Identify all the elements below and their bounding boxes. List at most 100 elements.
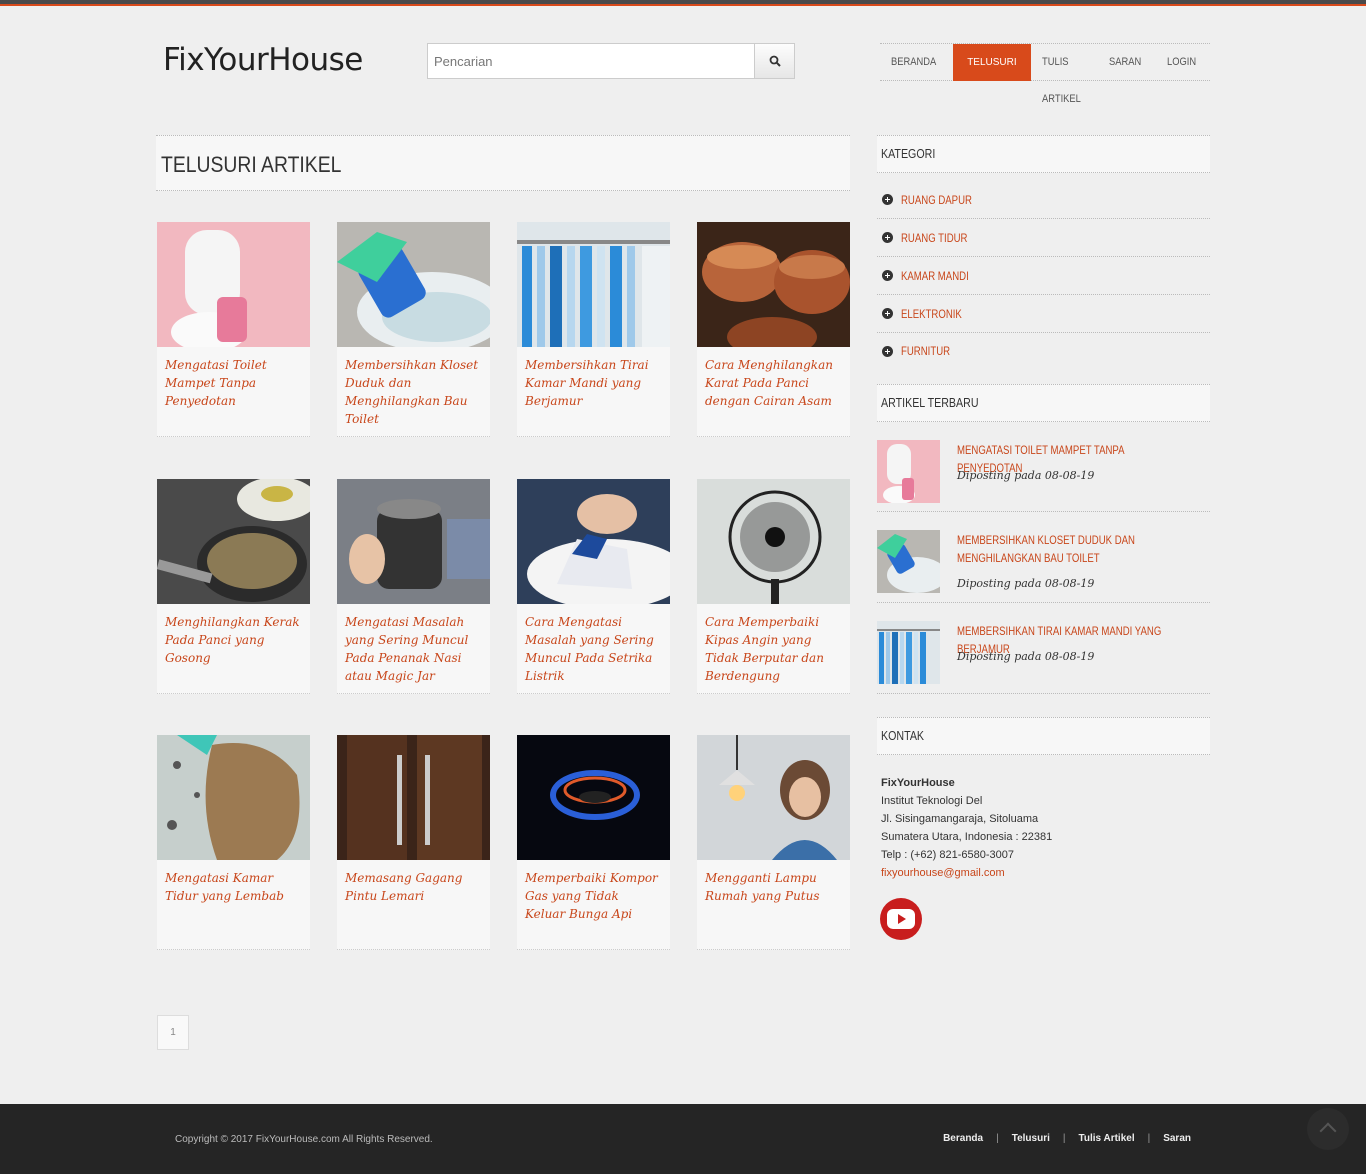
article-title-link[interactable]: Cara Menghilangkan Karat Pada Panci deng… <box>697 347 850 410</box>
article-title-link[interactable]: Mengatasi Masalah yang Sering Muncul Pad… <box>337 604 490 685</box>
toilet-cleaning-thumbnail[interactable] <box>877 530 940 593</box>
cabinet-handle-thumbnail[interactable] <box>337 735 490 860</box>
footer-link-tulis-artikel[interactable]: Tulis Artikel <box>1078 1133 1134 1144</box>
article-title-link[interactable]: Menghilangkan Kerak Pada Panci yang Goso… <box>157 604 310 667</box>
category-item[interactable]: RUANG DAPUR <box>877 181 1210 219</box>
main-nav: BERANDA TELUSURI TULIS ARTIKEL SARAN LOG… <box>880 43 1210 105</box>
recent-item[interactable]: MEMBERSIHKAN TIRAI KAMAR MANDI YANG BERJ… <box>877 621 1210 694</box>
recent-item[interactable]: MEMBERSIHKAN KLOSET DUDUK DAN MENGHILANG… <box>877 530 1210 603</box>
contact-address-line: Jl. Sisingamangaraja, Sitoluama <box>881 813 1039 825</box>
recent-title: ARTIKEL TERBARU <box>881 395 979 410</box>
kategori-header: KATEGORI <box>877 135 1210 173</box>
recent-article-date: Diposting pada 08-08-19 <box>957 577 1095 590</box>
contact-header: KONTAK <box>877 717 1210 755</box>
plus-circle-icon <box>882 345 893 357</box>
youtube-button[interactable] <box>880 898 922 940</box>
category-link[interactable]: RUANG DAPUR <box>901 193 972 207</box>
footer-separator: | <box>996 1133 999 1144</box>
rice-cooker-thumbnail[interactable] <box>337 479 490 604</box>
copper-pots-thumbnail[interactable] <box>697 222 850 347</box>
article-card[interactable]: Membersihkan Kloset Duduk dan Menghilang… <box>337 222 490 437</box>
contact-email-link[interactable]: fixyourhouse@gmail.com <box>881 867 1005 879</box>
nav-login[interactable]: LOGIN <box>1156 44 1207 81</box>
article-card[interactable]: Memperbaiki Kompor Gas yang Tidak Keluar… <box>517 735 670 950</box>
article-title-link[interactable]: Mengganti Lampu Rumah yang Putus <box>697 860 850 905</box>
plus-circle-icon <box>882 232 893 243</box>
toilet-thumbnail[interactable] <box>157 222 310 347</box>
footer-separator: | <box>1062 1133 1066 1144</box>
article-card[interactable]: Mengatasi Kamar Tidur yang Lembab <box>157 735 310 950</box>
scroll-to-top-button[interactable] <box>1307 1108 1349 1150</box>
article-card[interactable]: Cara Menghilangkan Karat Pada Panci deng… <box>697 222 850 437</box>
nav-saran[interactable]: SARAN <box>1098 44 1152 81</box>
copyright-text: Copyright © 2017 FixYourHouse.com All Ri… <box>175 1134 433 1145</box>
article-card[interactable]: Membersihkan Tirai Kamar Mandi yang Berj… <box>517 222 670 437</box>
recent-article-link[interactable]: MEMBERSIHKAN KLOSET DUDUK DAN MENGHILANG… <box>957 531 1165 567</box>
plus-circle-icon <box>882 308 893 319</box>
category-item[interactable]: RUANG TIDUR <box>877 219 1210 257</box>
nav-tulis-artikel[interactable]: TULIS ARTIKEL <box>1031 44 1093 105</box>
article-card[interactable]: Mengatasi Masalah yang Sering Muncul Pad… <box>337 479 490 694</box>
plus-circle-icon <box>882 194 893 205</box>
plus-circle-icon <box>882 270 893 281</box>
pagination-page-1[interactable]: 1 <box>157 1015 189 1050</box>
recent-header: ARTIKEL TERBARU <box>877 384 1210 422</box>
search-input[interactable] <box>427 43 754 79</box>
nav-telusuri[interactable]: TELUSURI <box>953 44 1031 81</box>
gas-stove-thumbnail[interactable] <box>517 735 670 860</box>
article-title-link[interactable]: Mengatasi Kamar Tidur yang Lembab <box>157 860 310 905</box>
top-accent-bar <box>0 0 1366 6</box>
category-item[interactable]: KAMAR MANDI <box>877 257 1210 295</box>
kategori-title: KATEGORI <box>881 146 936 161</box>
article-title-link[interactable]: Mengatasi Toilet Mampet Tanpa Penyedotan <box>157 347 310 410</box>
article-card[interactable]: Cara Memperbaiki Kipas Angin yang Tidak … <box>697 479 850 694</box>
contact-phone: Telp : (+62) 821-6580-3007 <box>881 849 1015 861</box>
toilet-cleaning-thumbnail[interactable] <box>337 222 490 347</box>
article-card[interactable]: Menghilangkan Kerak Pada Panci yang Goso… <box>157 479 310 694</box>
article-title-link[interactable]: Membersihkan Kloset Duduk dan Menghilang… <box>337 347 490 428</box>
contact-info: FixYourHouse Institut Teknologi Del Jl. … <box>881 774 1052 882</box>
article-card[interactable]: Memasang Gagang Pintu Lemari <box>337 735 490 950</box>
search-icon <box>769 55 781 67</box>
article-title-link[interactable]: Memperbaiki Kompor Gas yang Tidak Keluar… <box>517 860 670 923</box>
article-card[interactable]: Cara Mengatasi Masalah yang Sering Muncu… <box>517 479 670 694</box>
light-bulb-thumbnail[interactable] <box>697 735 850 860</box>
footer: Copyright © 2017 FixYourHouse.com All Ri… <box>0 1104 1366 1174</box>
article-title-link[interactable]: Cara Mengatasi Masalah yang Sering Muncu… <box>517 604 670 685</box>
page-title: TELUSURI ARTIKEL <box>161 152 342 177</box>
contact-address-line: Sumatera Utara, Indonesia : 22381 <box>881 831 1053 843</box>
category-link[interactable]: RUANG TIDUR <box>901 231 968 245</box>
fan-thumbnail[interactable] <box>697 479 850 604</box>
footer-separator: | <box>1147 1133 1151 1144</box>
article-card[interactable]: Mengganti Lampu Rumah yang Putus <box>697 735 850 950</box>
toilet-thumbnail[interactable] <box>877 440 940 503</box>
page-heading-bar: TELUSURI ARTIKEL <box>156 135 850 191</box>
burnt-pan-thumbnail[interactable] <box>157 479 310 604</box>
youtube-icon <box>887 909 915 929</box>
recent-article-date: Diposting pada 08-08-19 <box>957 650 1095 663</box>
search-form <box>427 43 795 79</box>
recent-article-date: Diposting pada 08-08-19 <box>957 469 1095 482</box>
search-button[interactable] <box>754 43 795 79</box>
footer-link-saran[interactable]: Saran <box>1163 1133 1191 1144</box>
footer-link-telusuri[interactable]: Telusuri <box>1012 1133 1050 1144</box>
site-logo[interactable]: FixYourHouse <box>163 42 363 78</box>
category-item[interactable]: FURNITUR <box>877 332 1210 370</box>
damp-bedroom-thumbnail[interactable] <box>157 735 310 860</box>
article-card[interactable]: Mengatasi Toilet Mampet Tanpa Penyedotan <box>157 222 310 437</box>
contact-title: KONTAK <box>881 728 925 743</box>
footer-link-beranda[interactable]: Beranda <box>943 1133 983 1144</box>
shower-curtain-thumbnail[interactable] <box>877 621 940 684</box>
article-title-link[interactable]: Cara Memperbaiki Kipas Angin yang Tidak … <box>697 604 850 685</box>
category-link[interactable]: FURNITUR <box>901 344 950 358</box>
contact-name: FixYourHouse <box>881 777 955 789</box>
iron-thumbnail[interactable] <box>517 479 670 604</box>
category-link[interactable]: KAMAR MANDI <box>901 269 969 283</box>
shower-curtain-thumbnail[interactable] <box>517 222 670 347</box>
article-title-link[interactable]: Membersihkan Tirai Kamar Mandi yang Berj… <box>517 347 670 410</box>
recent-item[interactable]: MENGATASI TOILET MAMPET TANPA PENYEDOTAN… <box>877 440 1210 512</box>
article-title-link[interactable]: Memasang Gagang Pintu Lemari <box>337 860 490 905</box>
category-item[interactable]: ELEKTRONIK <box>877 295 1210 333</box>
category-link[interactable]: ELEKTRONIK <box>901 307 962 321</box>
nav-beranda[interactable]: BERANDA <box>880 44 947 81</box>
